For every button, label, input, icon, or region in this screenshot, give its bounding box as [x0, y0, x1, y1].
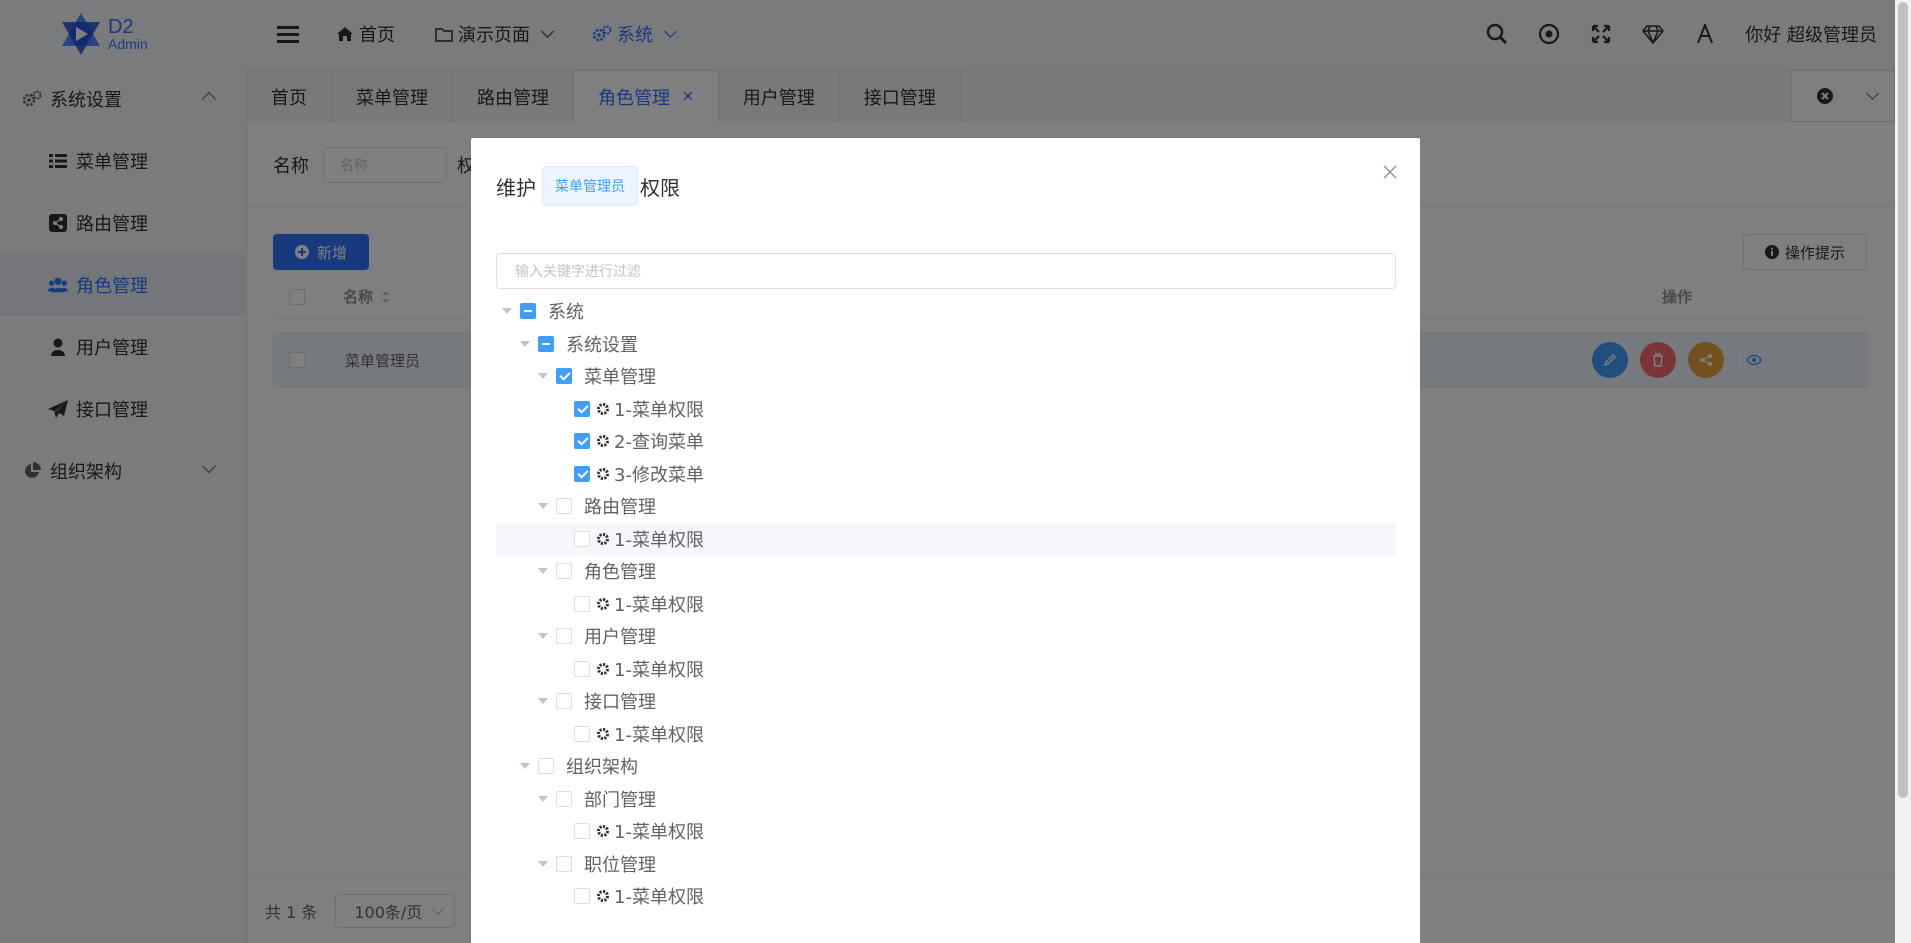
caret-down-icon[interactable]	[538, 860, 548, 867]
tree-checkbox[interactable]	[574, 823, 590, 840]
caret-down-icon[interactable]	[538, 698, 548, 705]
tree-node-label: 3-修改菜单	[614, 464, 704, 486]
tree-checkbox[interactable]	[556, 693, 572, 710]
tree-checkbox[interactable]	[574, 465, 590, 482]
tree-node-label: 1-菜单权限	[614, 399, 704, 421]
page-scrollbar[interactable]	[1895, 0, 1911, 943]
caret-down-icon	[556, 601, 566, 607]
caret-down-icon	[556, 893, 566, 899]
tree-node[interactable]: 组织架构	[496, 750, 1396, 783]
tree-node[interactable]: 系统	[496, 295, 1396, 328]
caret-down-icon[interactable]	[538, 633, 548, 640]
tree-node[interactable]: 角色管理	[496, 555, 1396, 588]
gear-icon	[596, 402, 610, 416]
tree-checkbox[interactable]	[538, 758, 554, 775]
tree-node[interactable]: 接口管理	[496, 685, 1396, 718]
tree-node-label: 1-菜单权限	[614, 724, 704, 746]
gear-icon	[596, 889, 610, 903]
caret-down-icon[interactable]	[520, 763, 530, 770]
gear-icon	[596, 467, 610, 481]
caret-down-icon	[556, 406, 566, 412]
tree-leaf[interactable]: 1-菜单权限	[496, 588, 1396, 621]
gear-icon	[596, 727, 610, 741]
tree-node[interactable]: 菜单管理	[496, 360, 1396, 393]
tree-checkbox[interactable]	[556, 563, 572, 580]
tree-leaf[interactable]: 1-菜单权限	[496, 522, 1396, 555]
caret-down-icon[interactable]	[502, 308, 512, 315]
tree-node[interactable]: 路由管理	[496, 490, 1396, 523]
caret-down-icon[interactable]	[538, 795, 548, 802]
caret-down-icon[interactable]	[538, 373, 548, 380]
caret-down-icon	[556, 731, 566, 737]
dialog-title-suffix: 权限	[640, 175, 680, 200]
tree-leaf[interactable]: 1-菜单权限	[496, 653, 1396, 686]
tree-checkbox[interactable]	[538, 335, 554, 352]
tree-leaf[interactable]: 1-菜单权限	[496, 718, 1396, 751]
caret-down-icon[interactable]	[538, 568, 548, 575]
tree-checkbox[interactable]	[574, 400, 590, 417]
tree-node-label: 菜单管理	[584, 367, 656, 389]
tree-checkbox[interactable]	[574, 595, 590, 612]
role-tag: 菜单管理员	[542, 166, 638, 206]
tree-node-label: 用户管理	[584, 627, 656, 649]
tree-node-label: 接口管理	[584, 692, 656, 714]
tree-checkbox[interactable]	[556, 790, 572, 807]
tree-node[interactable]: 用户管理	[496, 620, 1396, 653]
tree-checkbox[interactable]	[574, 725, 590, 742]
tree-node-label: 1-菜单权限	[614, 659, 704, 681]
tree-node-label: 2-查询菜单	[614, 432, 704, 454]
tree-leaf[interactable]: 1-菜单权限	[496, 393, 1396, 426]
caret-down-icon	[556, 438, 566, 444]
tree-checkbox[interactable]	[574, 660, 590, 677]
tree-checkbox[interactable]	[574, 888, 590, 905]
tree-checkbox[interactable]	[520, 303, 536, 320]
tree-node-label: 路由管理	[584, 497, 656, 519]
close-icon[interactable]	[1380, 162, 1400, 182]
tree-checkbox[interactable]	[556, 628, 572, 645]
tree-node-label: 1-菜单权限	[614, 594, 704, 616]
caret-down-icon	[556, 828, 566, 834]
tree-node-label: 部门管理	[584, 789, 656, 811]
gear-icon	[596, 434, 610, 448]
gear-icon	[596, 532, 610, 546]
tree-leaf[interactable]: 1-菜单权限	[496, 815, 1396, 848]
permission-tree: 系统 系统设置 菜单管理 1-菜单权限 2-查询菜单 3-修改菜单 路由管理 1-菜单权限 角色…	[496, 295, 1396, 913]
gear-icon	[596, 597, 610, 611]
gear-icon	[596, 662, 610, 676]
caret-down-icon	[556, 666, 566, 672]
caret-down-icon[interactable]	[520, 340, 530, 347]
caret-down-icon	[556, 471, 566, 477]
tree-node[interactable]: 系统设置	[496, 328, 1396, 361]
tree-checkbox[interactable]	[556, 855, 572, 872]
tree-node-label: 职位管理	[584, 854, 656, 876]
tree-checkbox[interactable]	[556, 368, 572, 385]
tree-node-label: 组织架构	[566, 757, 638, 779]
dialog-title-prefix: 维护	[496, 175, 536, 200]
tree-node-label: 系统设置	[566, 334, 638, 356]
tree-node-label: 系统	[548, 302, 584, 324]
tree-node-label: 1-菜单权限	[614, 529, 704, 551]
tree-checkbox[interactable]	[556, 498, 572, 515]
tree-node[interactable]: 部门管理	[496, 783, 1396, 816]
tree-leaf[interactable]: 3-修改菜单	[496, 458, 1396, 491]
caret-down-icon	[556, 536, 566, 542]
tree-checkbox[interactable]	[574, 433, 590, 450]
tree-node-label: 角色管理	[584, 562, 656, 584]
tree-node-label: 1-菜单权限	[614, 887, 704, 909]
gear-icon	[596, 824, 610, 838]
permission-dialog: 维护 菜单管理员 权限 输入关键字进行过滤 系统系统设置菜单管理 1-菜单权限 2-…	[471, 138, 1420, 943]
tree-leaf[interactable]: 2-查询菜单	[496, 425, 1396, 458]
tree-node[interactable]: 职位管理	[496, 848, 1396, 881]
scrollbar-thumb[interactable]	[1898, 2, 1908, 798]
tree-filter-input[interactable]: 输入关键字进行过滤	[496, 253, 1396, 289]
dialog-title: 维护 菜单管理员 权限	[496, 166, 680, 206]
tree-checkbox[interactable]	[574, 530, 590, 547]
tree-node-label: 1-菜单权限	[614, 822, 704, 844]
tree-leaf[interactable]: 1-菜单权限	[496, 880, 1396, 913]
caret-down-icon[interactable]	[538, 503, 548, 510]
